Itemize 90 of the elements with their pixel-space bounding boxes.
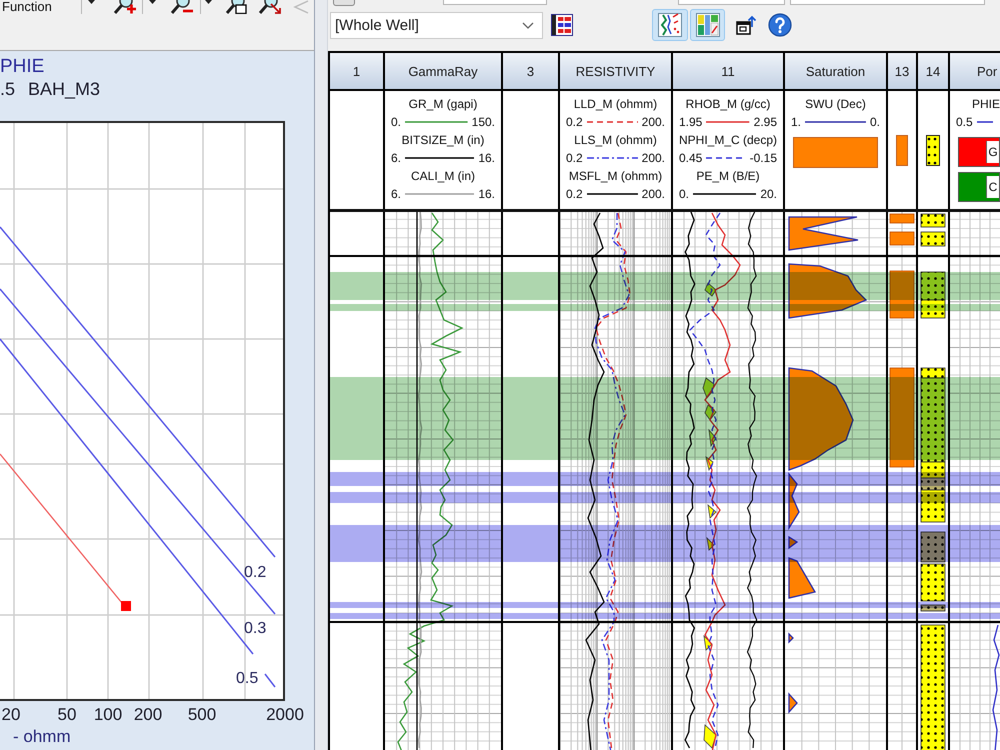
scale-value: 2.95 — [754, 114, 777, 130]
table-icon[interactable] — [551, 14, 573, 36]
crossover-fill — [704, 724, 716, 749]
line-label: 0.5 — [236, 670, 258, 687]
curve-name: LLD_M (ohmm) — [574, 96, 658, 113]
scale-value: 0. — [870, 114, 880, 130]
x-tick-label: 500 — [188, 705, 216, 725]
track-header[interactable]: 3 — [503, 53, 560, 89]
x-axis-label: - ohmm — [12, 727, 71, 747]
scale-value: 0.5 — [956, 114, 973, 130]
caret-icon[interactable] — [149, 0, 156, 4]
x-tick-label: 2000 — [266, 705, 304, 725]
curve-name: BITSIZE_M (in) — [402, 132, 484, 149]
track-header[interactable]: 14 — [918, 53, 950, 89]
curve-name: GR_M (gapi) — [408, 96, 478, 113]
scale-value: 200. — [642, 150, 665, 166]
magnifier-arrow-icon[interactable] — [258, 0, 282, 14]
scale-value: 0.2 — [566, 114, 583, 130]
line-label: 0.2 — [244, 564, 266, 581]
data-point — [121, 601, 131, 611]
scale-value: 6. — [391, 186, 402, 202]
curve-name: MSFL_M (ohmm) — [568, 168, 662, 185]
saturation-fill — [788, 216, 859, 251]
x-tick-label: 200 — [134, 705, 162, 725]
track-header[interactable]: RESISTIVITY — [560, 53, 673, 89]
scale-value: 0.2 — [566, 150, 583, 166]
flag-block — [890, 232, 914, 246]
curve-name: PHIE — [972, 96, 1000, 113]
magnifier-square-icon[interactable] — [225, 0, 247, 14]
plot-title: PHIE — [0, 56, 44, 78]
scale-value: 16. — [478, 150, 495, 166]
track-header[interactable]: Saturation — [785, 53, 888, 89]
x-tick-label: 100 — [94, 705, 122, 725]
function-menu[interactable]: Function — [0, 0, 80, 13]
track-header[interactable]: 13 — [888, 53, 918, 89]
view-toggle-button[interactable] — [652, 9, 688, 41]
scale-value: 0.45 — [679, 150, 702, 166]
scale-value: 200. — [642, 186, 665, 202]
plot-subtitle: .5 — [0, 78, 16, 100]
track-header[interactable]: 1 — [330, 53, 385, 89]
input-field[interactable] — [790, 0, 985, 5]
scale-value: 200. — [642, 114, 665, 130]
scale-value: 16. — [478, 186, 495, 202]
toolbar-button[interactable] — [333, 0, 355, 6]
input-field[interactable] — [443, 0, 547, 5]
crossover-fill — [707, 504, 717, 519]
track-header[interactable]: GammaRay — [385, 53, 503, 89]
curve-name: RHOB_M (g/cc) — [686, 96, 770, 113]
scale-value: 0. — [679, 186, 690, 202]
x-tick-label: 50 — [58, 705, 76, 725]
curve-name: SWU (Dec) — [805, 96, 866, 113]
caret-icon[interactable] — [88, 0, 95, 4]
crossover-fill — [703, 634, 713, 651]
curve-name: PE_M (B/E) — [696, 168, 760, 185]
scale-value: 20. — [760, 186, 777, 202]
scale-value: 1. — [791, 114, 802, 130]
window-arrow-icon[interactable] — [736, 15, 756, 35]
scale-value: -0.15 — [750, 150, 777, 166]
log-tracks-icon — [696, 13, 720, 37]
scale-value: 0.2 — [566, 186, 583, 202]
chevron-down-icon — [522, 22, 534, 28]
scale-value: 6. — [391, 150, 402, 166]
flag-block — [890, 214, 914, 224]
track-header[interactable]: Por — [950, 53, 1000, 89]
help-icon[interactable] — [768, 13, 792, 37]
zoom-out-icon[interactable] — [170, 0, 194, 14]
lithology-block — [920, 214, 946, 228]
input-field[interactable] — [678, 0, 785, 5]
log-curves-icon — [658, 13, 682, 37]
view-toggle-button[interactable] — [690, 9, 725, 41]
lithology-block — [920, 368, 946, 378]
track-header[interactable]: 11 — [673, 53, 785, 89]
scale-value: 150. — [472, 114, 495, 130]
x-tick-label: 20 — [2, 705, 20, 725]
curve-name: CALI_M (in) — [410, 168, 475, 185]
interval-dropdown[interactable]: [Whole Well] — [330, 12, 543, 38]
well-name: BAH_M3 — [28, 78, 100, 100]
lithology-block — [920, 232, 946, 246]
fill-label: C — [986, 176, 999, 198]
saturation-fill — [788, 632, 794, 644]
lithology-block — [920, 564, 946, 602]
line-label: 0.3 — [244, 620, 266, 637]
fill-label: G — [986, 141, 999, 163]
zoom-in-icon[interactable] — [113, 0, 137, 14]
scale-value: 1.95 — [679, 114, 702, 130]
scale-value: 0. — [391, 114, 402, 130]
caret-icon[interactable] — [205, 0, 212, 4]
curve-name: LLS_M (ohmm) — [574, 132, 657, 149]
saturation-fill — [788, 692, 798, 714]
curve-name: NPHI_M_C (decp) — [678, 132, 778, 149]
